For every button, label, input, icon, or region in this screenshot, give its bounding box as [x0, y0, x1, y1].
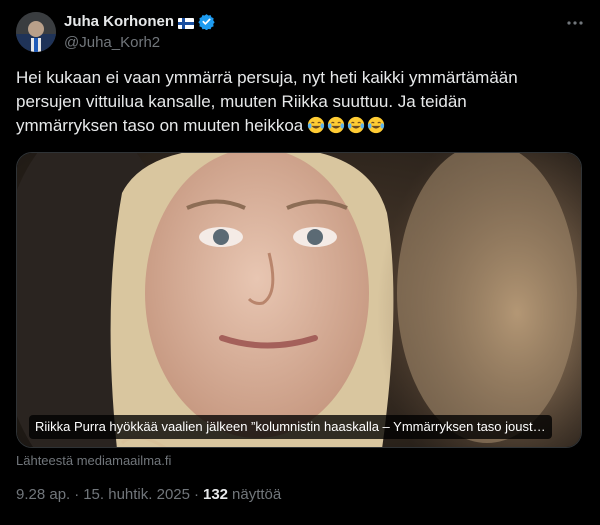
author-name-row: Juha Korhonen: [64, 13, 215, 31]
face-with-tears-of-joy-icon: [328, 116, 345, 134]
views-count: 132: [202, 486, 229, 503]
tweet-time[interactable]: 9.28 ap.: [16, 486, 70, 503]
more-options-button[interactable]: [564, 12, 586, 34]
more-dots-icon: [567, 21, 583, 25]
face-with-tears-of-joy-icon: [348, 116, 365, 134]
views-label: näyttöä: [232, 486, 282, 503]
tweet-text-line: ymmärryksen taso on muuten heikkoa: [16, 116, 304, 135]
tweet-text-line: persujen vittuilua kansalle, muuten Riik…: [16, 92, 467, 111]
face-with-tears-of-joy-icon: [368, 116, 385, 134]
card-source-link[interactable]: Lähteestä mediamaailma.fi: [16, 453, 171, 468]
finland-flag-icon: [178, 16, 195, 29]
author-display-name[interactable]: Juha Korhonen: [64, 13, 174, 30]
emoji-row: [307, 116, 385, 134]
tweet-text-line-last: ymmärryksen taso on muuten heikkoa: [16, 114, 586, 138]
tweet: Juha Korhonen @Juha_Korh2 Hei kukaan ei …: [0, 0, 600, 525]
link-card[interactable]: Riikka Purra hyökkää vaalien jälkeen ”ko…: [16, 152, 582, 448]
tweet-text: Hei kukaan ei vaan ymmärrä persuja, nyt …: [16, 66, 586, 138]
author-handle[interactable]: @Juha_Korh2: [64, 34, 160, 51]
meta-separator: ·: [193, 486, 199, 503]
meta-separator: ·: [74, 486, 80, 503]
verified-badge-icon: [198, 13, 215, 31]
author-avatar[interactable]: [16, 12, 56, 52]
tweet-meta: 9.28 ap. · 15. huhtik. 2025 · 132 näyttö…: [16, 486, 281, 503]
tweet-date[interactable]: 15. huhtik. 2025: [83, 486, 190, 503]
face-with-tears-of-joy-icon: [308, 116, 325, 134]
article-photo: [17, 153, 581, 447]
tweet-text-line: Hei kukaan ei vaan ymmärrä persuja, nyt …: [16, 68, 518, 87]
card-caption: Riikka Purra hyökkää vaalien jälkeen ”ko…: [29, 415, 552, 439]
